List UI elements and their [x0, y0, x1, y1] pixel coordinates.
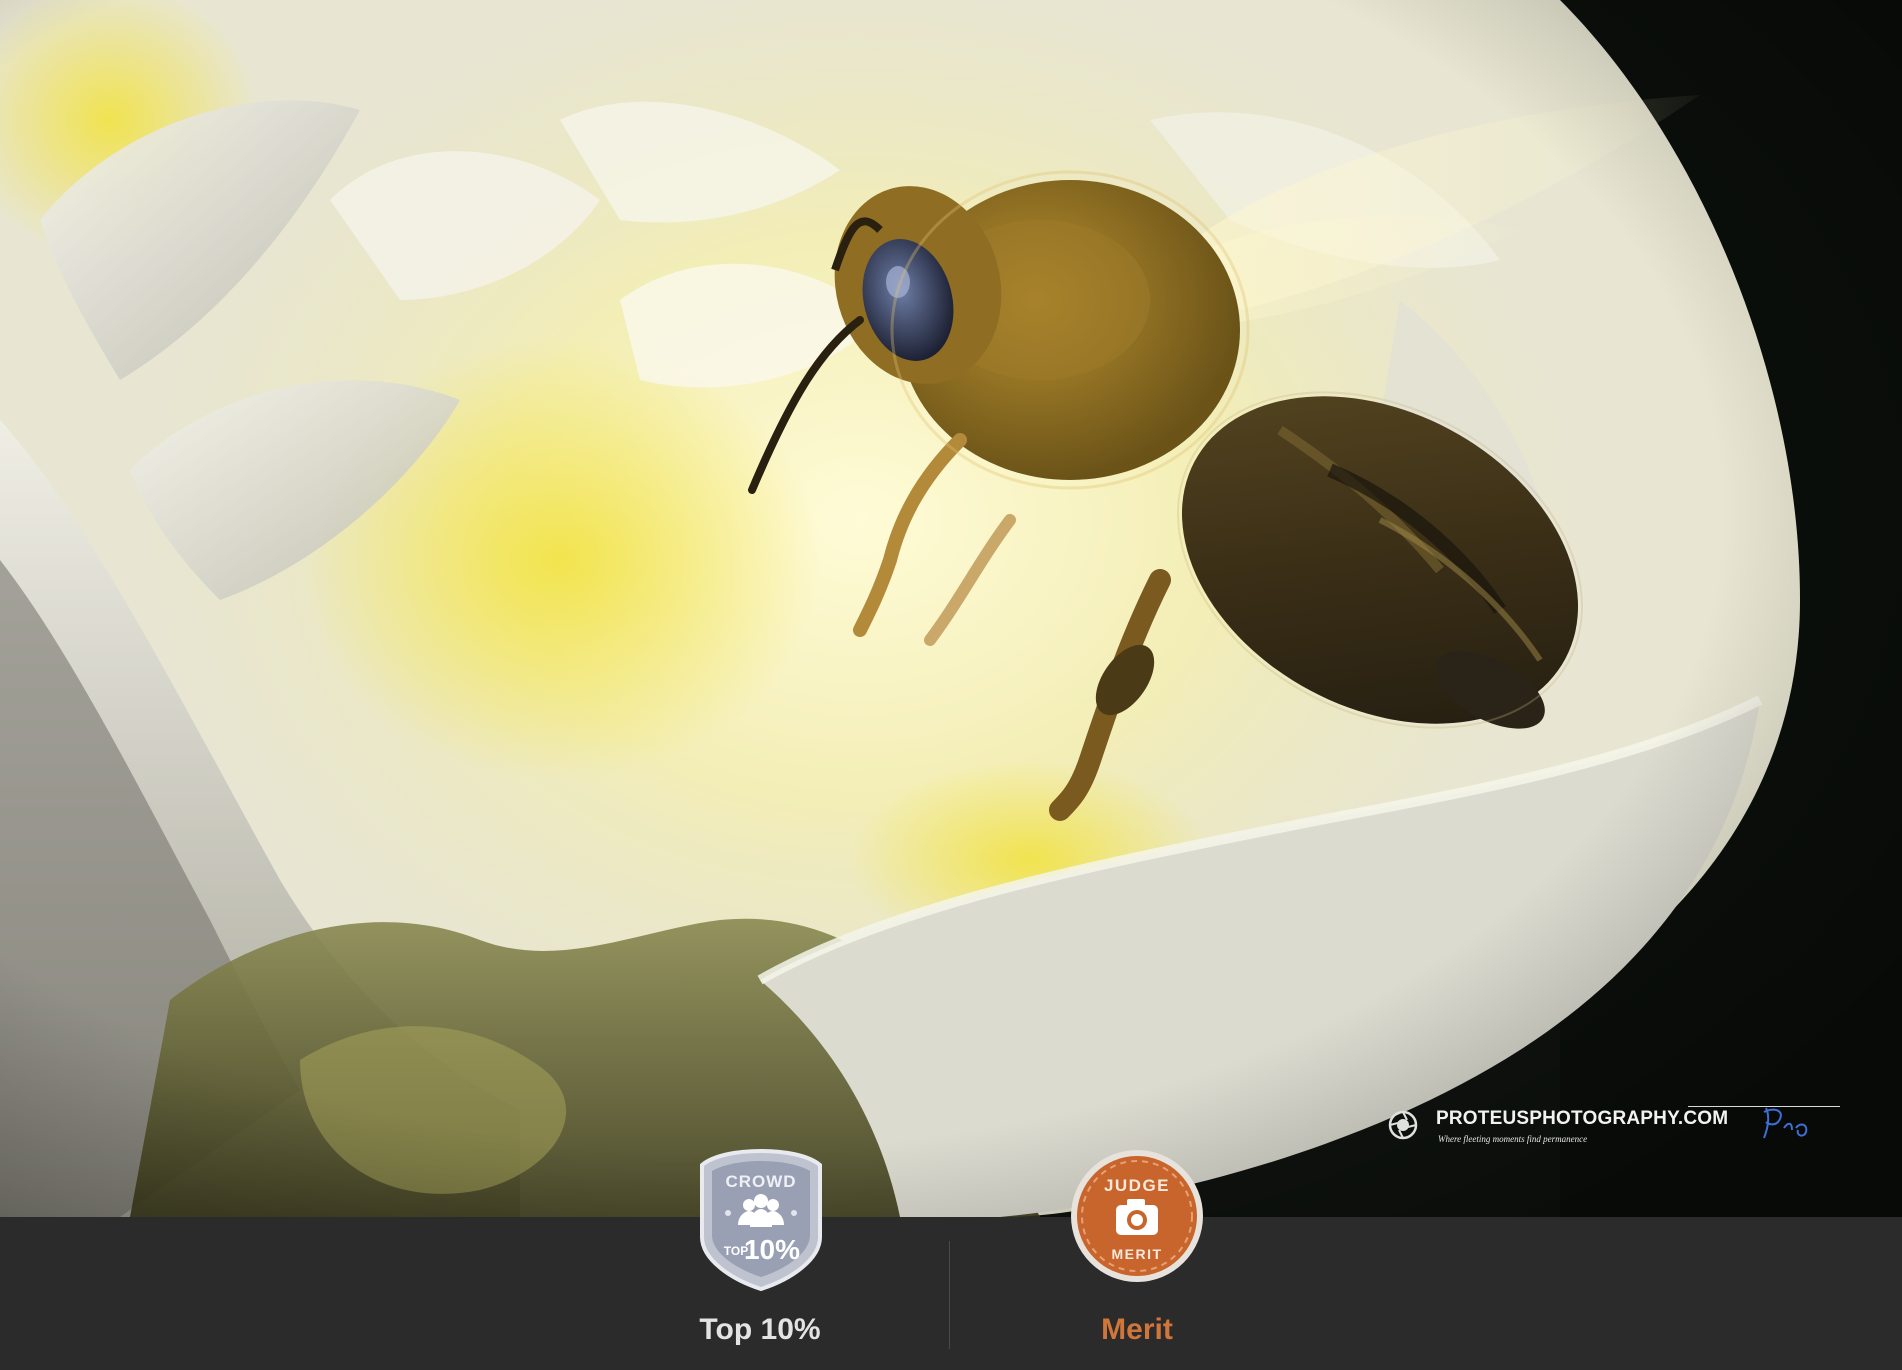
- awards-bar: Top 10% Merit: [0, 1217, 1902, 1370]
- judge-badge-subtitle: MERIT: [1111, 1246, 1162, 1262]
- watermark-site: PROTEUSPHOTOGRAPHY.COM: [1436, 1108, 1729, 1129]
- judge-badge[interactable]: JUDGE MERIT: [1068, 1147, 1206, 1285]
- watermark-tagline: Where fleeting moments find permanence: [1438, 1134, 1588, 1144]
- judge-badge-title: JUDGE: [1104, 1176, 1170, 1195]
- photo[interactable]: PROTEUSPHOTOGRAPHY.COM Where fleeting mo…: [0, 0, 1902, 1217]
- crowd-badge-title: CROWD: [725, 1172, 796, 1191]
- aperture-logo-icon: [1388, 1110, 1418, 1140]
- awards-divider: [949, 1241, 950, 1349]
- award-crowd-label: Top 10%: [699, 1313, 821, 1346]
- signature: [1763, 1107, 1808, 1139]
- crowd-badge[interactable]: CROWD TOP 10%: [694, 1147, 828, 1293]
- photo-viewer: PROTEUSPHOTOGRAPHY.COM Where fleeting mo…: [0, 0, 1902, 1370]
- crowd-badge-percent: 10%: [744, 1234, 800, 1265]
- award-judge-label: Merit: [1101, 1313, 1173, 1346]
- photographer-watermark: PROTEUSPHOTOGRAPHY.COM Where fleeting mo…: [1388, 1104, 1843, 1150]
- photo-image: [0, 0, 1902, 1217]
